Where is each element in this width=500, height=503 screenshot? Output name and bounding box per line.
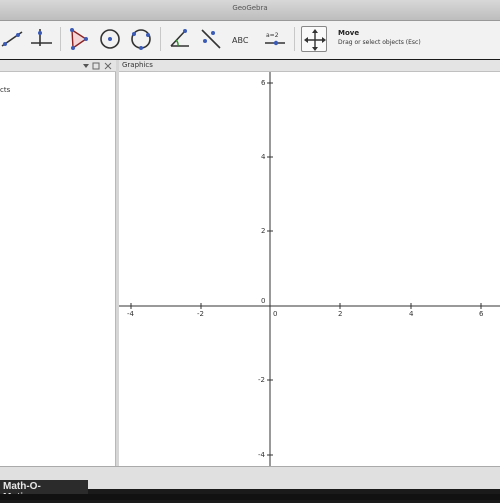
polygon-icon — [70, 28, 88, 50]
active-tool-name: Move — [338, 29, 360, 37]
graphics-view-title: Graphics — [122, 61, 153, 69]
y-tick-labels: 6 4 2 0 -2 -4 — [258, 79, 266, 459]
slider-icon: a=2 — [265, 32, 285, 46]
toolbar: ABC a=2 — [0, 21, 500, 59]
slider-tool-button[interactable]: a=2 — [262, 26, 288, 52]
close-icon[interactable] — [104, 62, 112, 70]
text-icon: ABC — [232, 36, 249, 45]
x-tick-label: -4 — [127, 310, 135, 318]
circle-three-points-icon — [131, 29, 151, 50]
text-tool-button[interactable]: ABC — [230, 26, 256, 52]
x-tick-label: 6 — [479, 310, 484, 318]
active-tool-info: Move Drag or select objects (Esc) — [338, 29, 421, 46]
perpendicular-line-tool-button[interactable] — [28, 26, 54, 52]
y-tick-label: 6 — [261, 79, 266, 87]
polygon-tool-button[interactable] — [66, 26, 92, 52]
screen-bottom-edge — [0, 494, 500, 500]
angle-tool-button[interactable] — [167, 26, 193, 52]
coordinate-plane[interactable]: -4 -2 0 2 4 6 6 4 2 0 -2 -4 — [119, 72, 500, 466]
circle-three-points-tool-button[interactable] — [128, 26, 154, 52]
title-bar: GeoGebra — [0, 0, 500, 21]
circle-icon — [100, 29, 120, 49]
graphics-view[interactable]: -4 -2 0 2 4 6 6 4 2 0 -2 -4 — [119, 72, 500, 466]
reflect-icon — [201, 29, 221, 49]
move-arrows-icon — [304, 29, 326, 51]
toolbar-separator — [160, 27, 161, 51]
x-tick-label: 2 — [338, 310, 342, 318]
angle-icon — [170, 29, 189, 47]
move-graphics-tool-button[interactable] — [301, 26, 327, 52]
y-tick-label: -4 — [258, 451, 266, 459]
circle-tool-button[interactable] — [97, 26, 123, 52]
toolbar-separator — [294, 27, 295, 51]
algebra-item: cts — [0, 86, 11, 94]
toolbar-separator — [60, 27, 61, 51]
y-tick-label: -2 — [258, 376, 265, 384]
window-title: GeoGebra — [232, 4, 268, 12]
watermark: Math-O-Matic.com — [0, 480, 88, 503]
svg-text:ABC: ABC — [232, 36, 249, 45]
line-icon — [1, 31, 23, 47]
algebra-view[interactable]: cts — [0, 72, 116, 466]
svg-text:a=2: a=2 — [266, 32, 279, 39]
reflect-tool-button[interactable] — [198, 26, 224, 52]
algebra-view-header — [0, 60, 116, 72]
undock-icon[interactable] — [92, 62, 100, 70]
x-tick-label: 0 — [273, 310, 277, 318]
perpendicular-line-icon — [31, 29, 52, 46]
graphics-view-header: Graphics — [119, 60, 500, 72]
active-tool-help: Drag or select objects (Esc) — [338, 39, 421, 46]
y-tick-label: 2 — [261, 227, 265, 235]
chevron-down-icon[interactable] — [82, 62, 90, 70]
x-tick-label: -2 — [197, 310, 204, 318]
y-tick-label: 4 — [261, 153, 266, 161]
x-tick-labels: -4 -2 0 2 4 6 — [127, 310, 484, 318]
axes — [119, 72, 500, 466]
line-tool-button[interactable] — [0, 26, 26, 52]
y-tick-label: 0 — [261, 297, 265, 305]
x-tick-label: 4 — [409, 310, 414, 318]
